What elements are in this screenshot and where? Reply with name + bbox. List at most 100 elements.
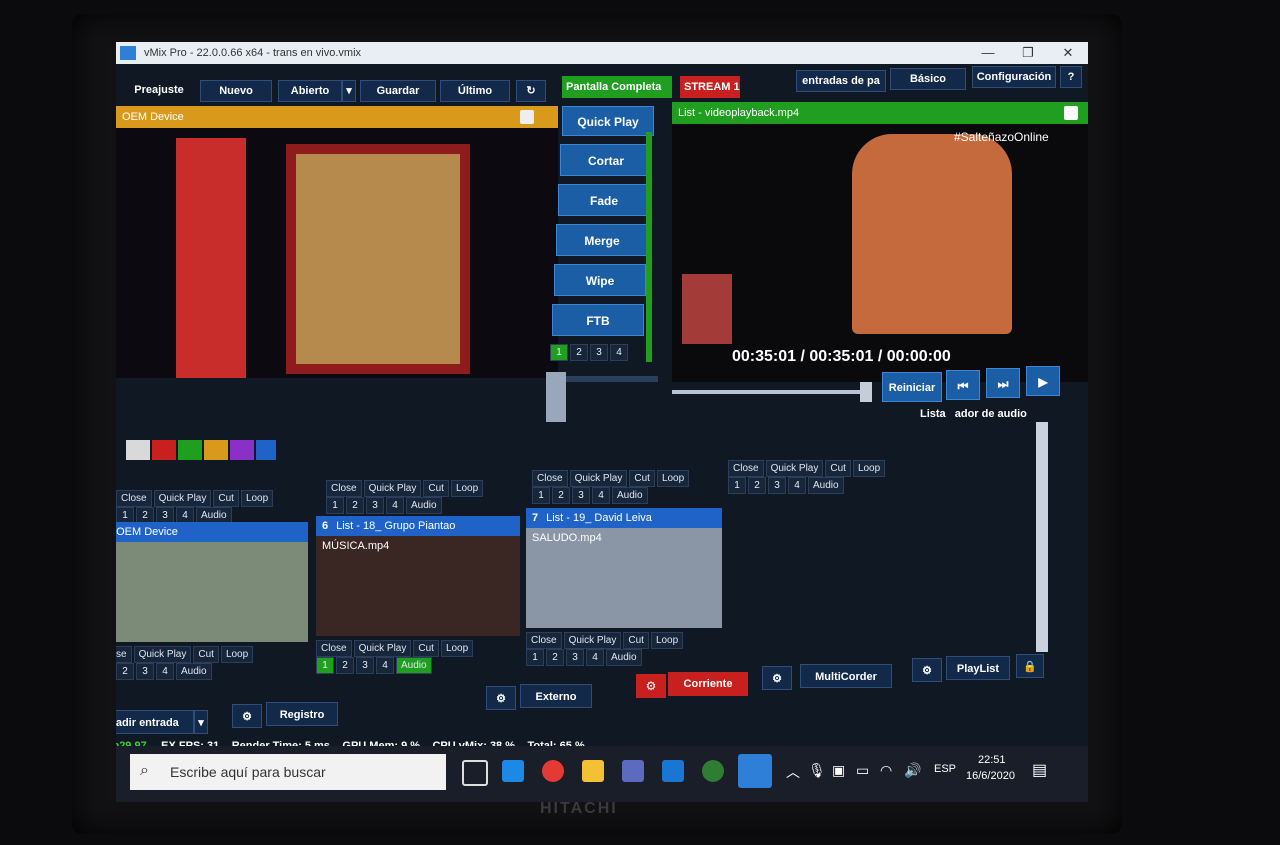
previous-icon[interactable]: ⏮ <box>946 370 980 400</box>
num-1-button[interactable]: 1 <box>532 487 550 504</box>
open-button[interactable]: Abierto <box>278 80 342 102</box>
num-1-button[interactable]: 1 <box>326 497 344 514</box>
minimize-icon[interactable]: — <box>968 42 1008 64</box>
restart-button[interactable]: Reiniciar <box>882 372 942 402</box>
audio-button[interactable]: Audio <box>606 649 642 666</box>
cut-button[interactable]: Cut <box>825 460 851 477</box>
cut-transition-button[interactable]: Cortar <box>560 144 652 176</box>
tray-chevron-icon[interactable]: ︿ <box>786 762 800 782</box>
settings-button[interactable]: Configuración <box>972 66 1056 88</box>
language-indicator[interactable]: ESP <box>934 763 956 775</box>
num-4-button[interactable]: 4 <box>586 649 604 666</box>
playlist-settings-icon[interactable]: ⚙ <box>912 658 942 682</box>
inputs-scrollbar[interactable] <box>1036 422 1048 652</box>
close-button[interactable]: Close <box>526 632 562 649</box>
task-view-icon[interactable] <box>462 760 488 786</box>
quickplay-button[interactable]: Quick Play <box>363 480 422 497</box>
close-button[interactable]: Close <box>316 640 352 657</box>
last-button[interactable]: Último <box>440 80 510 102</box>
maximize-icon[interactable]: ❐ <box>1008 42 1048 64</box>
num-2-button[interactable]: 2 <box>336 657 354 674</box>
close-button[interactable]: Close <box>728 460 764 477</box>
new-button[interactable]: Nuevo <box>200 80 272 102</box>
playlist-button[interactable]: PlayList <box>946 656 1010 680</box>
list-link[interactable]: Lista <box>920 408 946 420</box>
num-2-button[interactable]: 2 <box>116 663 134 680</box>
num-4-button[interactable]: 4 <box>386 497 404 514</box>
audio-mixer-link[interactable]: ador de audio <box>955 408 1027 420</box>
transition-4-button[interactable]: 4 <box>610 344 628 361</box>
color-tab-purple[interactable] <box>230 440 254 460</box>
quickplay-button[interactable]: Quick Play <box>133 646 192 663</box>
cut-button[interactable]: Cut <box>423 480 449 497</box>
transition-2-button[interactable]: 2 <box>570 344 588 361</box>
wifi-icon[interactable]: ◠ <box>880 762 892 779</box>
save-button[interactable]: Guardar <box>360 80 436 102</box>
close-button[interactable]: Close <box>116 490 152 507</box>
add-input-dropdown-icon[interactable]: ▾ <box>194 710 208 734</box>
tray-app-icon[interactable]: ▣ <box>832 762 845 779</box>
color-tab-blue[interactable] <box>256 440 276 460</box>
stream-settings-icon[interactable]: ⚙ <box>636 674 666 698</box>
next-icon[interactable]: ⏭ <box>986 368 1020 398</box>
edge-icon[interactable] <box>502 760 524 782</box>
loop-button[interactable]: Loop <box>440 640 474 657</box>
cut-button[interactable]: Cut <box>413 640 439 657</box>
loop-button[interactable]: Loop <box>450 480 484 497</box>
output-seek-handle[interactable] <box>860 382 872 402</box>
num-2-button[interactable]: 2 <box>748 477 766 494</box>
multicorder-button[interactable]: MultiCorder <box>800 664 892 688</box>
transition-1-button[interactable]: 1 <box>550 344 568 361</box>
output-settings-icon[interactable] <box>1064 106 1078 120</box>
taskbar-search[interactable]: ⌕ Escribe aquí para buscar <box>130 754 446 790</box>
preset-button[interactable]: Preajuste <box>122 80 196 102</box>
vmix-taskbar-icon[interactable] <box>738 754 772 788</box>
num-3-button[interactable]: 3 <box>356 657 374 674</box>
color-tab-red[interactable] <box>152 440 176 460</box>
file-explorer-icon[interactable] <box>582 760 604 782</box>
stream-button[interactable]: STREAM 1 <box>680 76 740 98</box>
num-3-button[interactable]: 3 <box>366 497 384 514</box>
close-button[interactable]: Close <box>326 480 362 497</box>
input-6[interactable]: 6 List - 18_ Grupo Piantao MÚSICA.mp4 Clo… <box>316 516 520 686</box>
audio-button[interactable]: Audio <box>406 497 442 514</box>
close-button[interactable]: Close <box>116 646 132 663</box>
notifications-icon[interactable]: ▤ <box>1032 760 1047 780</box>
play-icon[interactable]: ▶ <box>1026 366 1060 396</box>
num-1-button[interactable]: 1 <box>316 657 334 674</box>
add-input-button[interactable]: Añadir entrada <box>116 710 194 734</box>
mail-icon[interactable] <box>662 760 684 782</box>
transition-3-button[interactable]: 3 <box>590 344 608 361</box>
num-3-button[interactable]: 3 <box>572 487 590 504</box>
loop-button[interactable]: Loop <box>650 632 684 649</box>
num-2-button[interactable]: 2 <box>546 649 564 666</box>
cut-button[interactable]: Cut <box>193 646 219 663</box>
cut-button[interactable]: Cut <box>213 490 239 507</box>
external-settings-icon[interactable]: ⚙ <box>486 686 516 710</box>
clock-date[interactable]: 16/6/2020 <box>966 770 1015 782</box>
num-2-button[interactable]: 2 <box>552 487 570 504</box>
output-seek-bar[interactable] <box>672 390 872 394</box>
color-tab-green[interactable] <box>178 440 202 460</box>
num-3-button[interactable]: 3 <box>136 663 154 680</box>
fullscreen-button[interactable]: Pantalla Completa <box>562 76 672 98</box>
ftb-transition-button[interactable]: FTB <box>552 304 644 336</box>
store-icon[interactable] <box>622 760 644 782</box>
basic-button[interactable]: Básico <box>890 68 966 90</box>
volume-icon[interactable]: 🔊 <box>904 762 921 779</box>
multicorder-settings-icon[interactable]: ⚙ <box>762 666 792 690</box>
clock-time[interactable]: 22:51 <box>978 754 1006 766</box>
loop-button[interactable]: Loop <box>852 460 886 477</box>
num-4-button[interactable]: 4 <box>376 657 394 674</box>
wipe-transition-button[interactable]: Wipe <box>554 264 646 296</box>
close-button[interactable]: Close <box>532 470 568 487</box>
num-2-button[interactable]: 2 <box>346 497 364 514</box>
current-button[interactable]: Corriente <box>668 672 748 696</box>
t-bar-handle[interactable] <box>546 372 566 422</box>
open-dropdown-icon[interactable]: ▾ <box>342 80 356 102</box>
input-5[interactable]: 5OEM Device CloseQuick PlayCutLoop 1234A… <box>116 522 308 692</box>
audio-button[interactable]: Audio <box>176 663 212 680</box>
quickplay-button[interactable]: Quick Play <box>153 490 212 507</box>
audio-button[interactable]: Audio <box>808 477 844 494</box>
chrome-icon[interactable] <box>542 760 564 782</box>
